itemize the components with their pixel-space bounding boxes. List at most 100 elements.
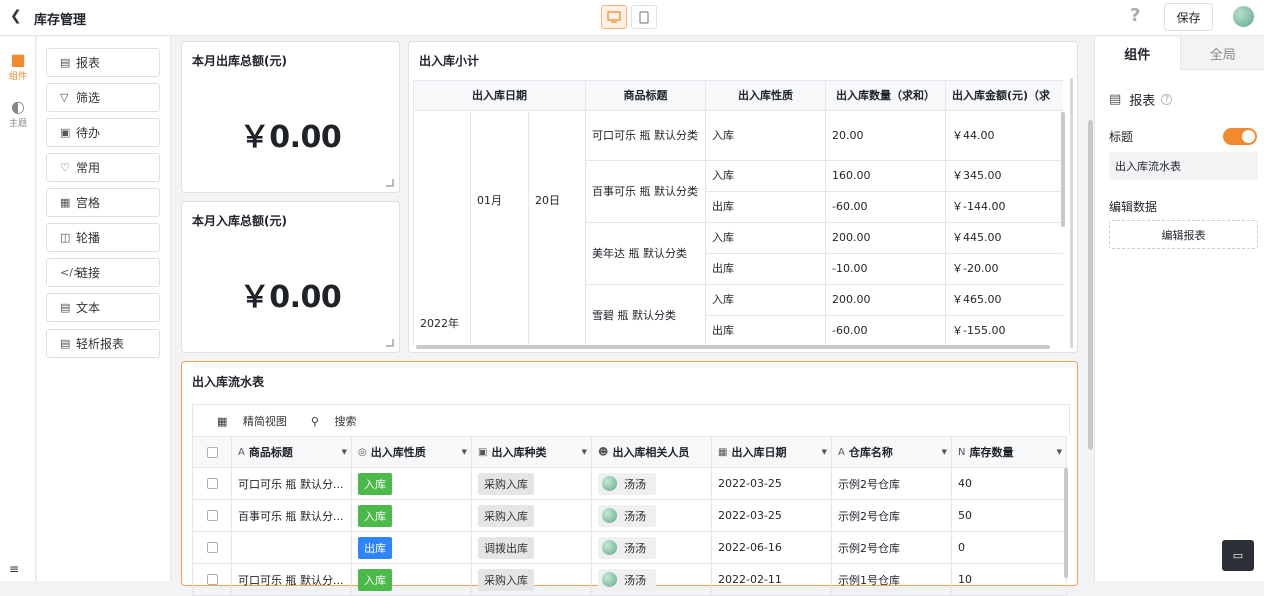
component-label: 文本 — [76, 299, 100, 316]
panel-tabs: 组件 全局 — [1095, 37, 1264, 70]
column-header-date[interactable]: ▦出入库日期▼ — [712, 436, 832, 468]
person-cell[interactable]: 汤汤 — [592, 468, 712, 500]
component-todo[interactable]: ▣待办 — [46, 118, 160, 147]
nature-cell[interactable]: 入库 — [352, 564, 472, 596]
title-input[interactable]: 出入库流水表 — [1109, 152, 1258, 180]
help-icon[interactable]: ? — [1130, 5, 1140, 26]
kind-cell[interactable]: 采购入库 — [472, 500, 592, 532]
status-badge: 入库 — [358, 569, 392, 591]
status-badge: 入库 — [358, 473, 392, 495]
component-text[interactable]: ▤文本 — [46, 293, 160, 322]
filter-icon: ▽ — [60, 91, 76, 104]
date-cell[interactable]: 2022-02-11 — [712, 564, 832, 596]
column-header-nature[interactable]: ◎出入库性质▼ — [352, 436, 472, 468]
component-carousel[interactable]: ◫轮播 — [46, 223, 160, 252]
chat-icon: ▭ — [1233, 549, 1243, 562]
date-cell[interactable]: 2022-03-25 — [712, 468, 832, 500]
heart-icon: ♡ — [60, 161, 76, 174]
component-grid[interactable]: ▦宫格 — [46, 188, 160, 217]
out-total-card[interactable]: 本月出库总额(元) ￥0.00 — [181, 41, 400, 193]
stock-cell[interactable]: 10 — [952, 564, 1067, 596]
person-chip: 汤汤 — [598, 505, 656, 527]
save-button[interactable]: 保存 — [1164, 3, 1213, 31]
avatar — [602, 476, 617, 491]
rail-item-components[interactable]: ■ 组件 — [0, 51, 36, 82]
info-icon[interactable]: ? — [1161, 94, 1172, 105]
product-cell[interactable]: 可口可乐 瓶 默认分... — [232, 468, 352, 500]
column-header-stock[interactable]: N库存数量▼ — [952, 436, 1067, 468]
row-checkbox[interactable] — [192, 532, 232, 564]
edit-report-button[interactable]: 编辑报表 — [1109, 220, 1258, 249]
chevron-down-icon[interactable]: ▼ — [582, 448, 587, 456]
component-analysis-report[interactable]: ▤轻析报表 — [46, 329, 160, 358]
summary-vertical-scrollbar[interactable] — [1061, 112, 1065, 227]
row-checkbox[interactable] — [192, 564, 232, 596]
chevron-left-icon[interactable]: ❮ — [10, 8, 22, 24]
nature-cell[interactable]: 入库 — [352, 500, 472, 532]
date-cell[interactable]: 2022-06-16 — [712, 532, 832, 564]
component-favorites[interactable]: ♡常用 — [46, 153, 160, 182]
person-cell[interactable]: 汤汤 — [592, 564, 712, 596]
rail-item-theme[interactable]: ◐ 主题 — [0, 98, 36, 129]
mobile-view-button[interactable] — [631, 5, 657, 29]
column-header-person[interactable]: ☻出入库相关人员 — [592, 436, 712, 468]
avatar — [602, 572, 617, 587]
canvas-scrollbar[interactable] — [1088, 120, 1093, 450]
component-report[interactable]: ▤报表 — [46, 48, 160, 77]
warehouse-cell[interactable]: 示例2号仓库 — [832, 468, 952, 500]
product-cell[interactable]: 百事可乐 瓶 默认分... — [232, 500, 352, 532]
chevron-down-icon[interactable]: ▼ — [822, 448, 827, 456]
summary-horizontal-scrollbar[interactable] — [416, 345, 1050, 349]
edit-data-label: 编辑数据 — [1109, 198, 1157, 215]
select-all-checkbox[interactable] — [192, 436, 232, 468]
chevron-down-icon[interactable]: ▼ — [942, 448, 947, 456]
component-list: ▤报表 ▽筛选 ▣待办 ♡常用 ▦宫格 ◫轮播 </>链接 ▤文本 ▤轻析报表 — [37, 37, 171, 581]
resize-handle[interactable] — [386, 339, 394, 347]
chat-button[interactable]: ▭ — [1222, 540, 1254, 571]
resize-handle[interactable] — [386, 179, 394, 187]
component-link[interactable]: </>链接 — [46, 258, 160, 287]
tab-global[interactable]: 全局 — [1180, 37, 1264, 70]
nature-cell[interactable]: 出库 — [352, 532, 472, 564]
kind-cell[interactable]: 调拨出库 — [472, 532, 592, 564]
row-checkbox[interactable] — [192, 468, 232, 500]
column-label: 出入库日期 — [731, 444, 786, 460]
column-header-kind[interactable]: ▣出入库种类▼ — [472, 436, 592, 468]
chevron-down-icon[interactable]: ▼ — [342, 448, 347, 456]
chevron-down-icon[interactable]: ▼ — [1057, 448, 1062, 456]
amount-cell: ￥465.00 — [946, 285, 1063, 316]
collapse-icon[interactable]: ≡ — [9, 562, 19, 576]
column-header-product[interactable]: A商品标题▼ — [232, 436, 352, 468]
kind-cell[interactable]: 采购入库 — [472, 468, 592, 500]
person-cell[interactable]: 汤汤 — [592, 532, 712, 564]
kind-cell[interactable]: 采购入库 — [472, 564, 592, 596]
product-cell[interactable] — [232, 532, 352, 564]
desktop-view-button[interactable] — [601, 5, 627, 29]
product-cell[interactable]: 可口可乐 瓶 默认分... — [232, 564, 352, 596]
stock-cell[interactable]: 40 — [952, 468, 1067, 500]
warehouse-cell[interactable]: 示例2号仓库 — [832, 532, 952, 564]
date-cell[interactable]: 2022-03-25 — [712, 500, 832, 532]
tab-component[interactable]: 组件 — [1095, 37, 1180, 70]
grid-vertical-scrollbar[interactable] — [1064, 468, 1068, 578]
row-checkbox[interactable] — [192, 500, 232, 532]
chevron-down-icon[interactable]: ▼ — [462, 448, 467, 456]
column-header-warehouse[interactable]: A仓库名称▼ — [832, 436, 952, 468]
in-total-card[interactable]: 本月入库总额(元) ￥0.00 — [181, 201, 400, 353]
stock-cell[interactable]: 50 — [952, 500, 1067, 532]
warehouse-cell[interactable]: 示例1号仓库 — [832, 564, 952, 596]
component-filter[interactable]: ▽筛选 — [46, 83, 160, 112]
search-button[interactable]: ⚲ 搜索 — [299, 413, 357, 429]
section-header: ▤ 报表 ? — [1109, 90, 1172, 109]
flow-table-card[interactable]: 出入库流水表 ▦ 精简视图 ⚲ 搜索 A商品标题▼ ◎出入库性质▼ ▣出入库种类… — [181, 361, 1078, 586]
stock-cell[interactable]: 0 — [952, 532, 1067, 564]
title-toggle[interactable] — [1223, 128, 1257, 145]
warehouse-cell[interactable]: 示例2号仓库 — [832, 500, 952, 532]
rail-label: 主题 — [9, 119, 27, 129]
person-cell[interactable]: 汤汤 — [592, 500, 712, 532]
nature-cell[interactable]: 入库 — [352, 468, 472, 500]
product-cell: 美年达 瓶 默认分类 — [586, 223, 706, 285]
avatar[interactable] — [1233, 6, 1254, 27]
summary-outer-scrollbar[interactable] — [1070, 78, 1073, 348]
view-toggle[interactable]: ▦ 精简视图 — [205, 413, 287, 429]
